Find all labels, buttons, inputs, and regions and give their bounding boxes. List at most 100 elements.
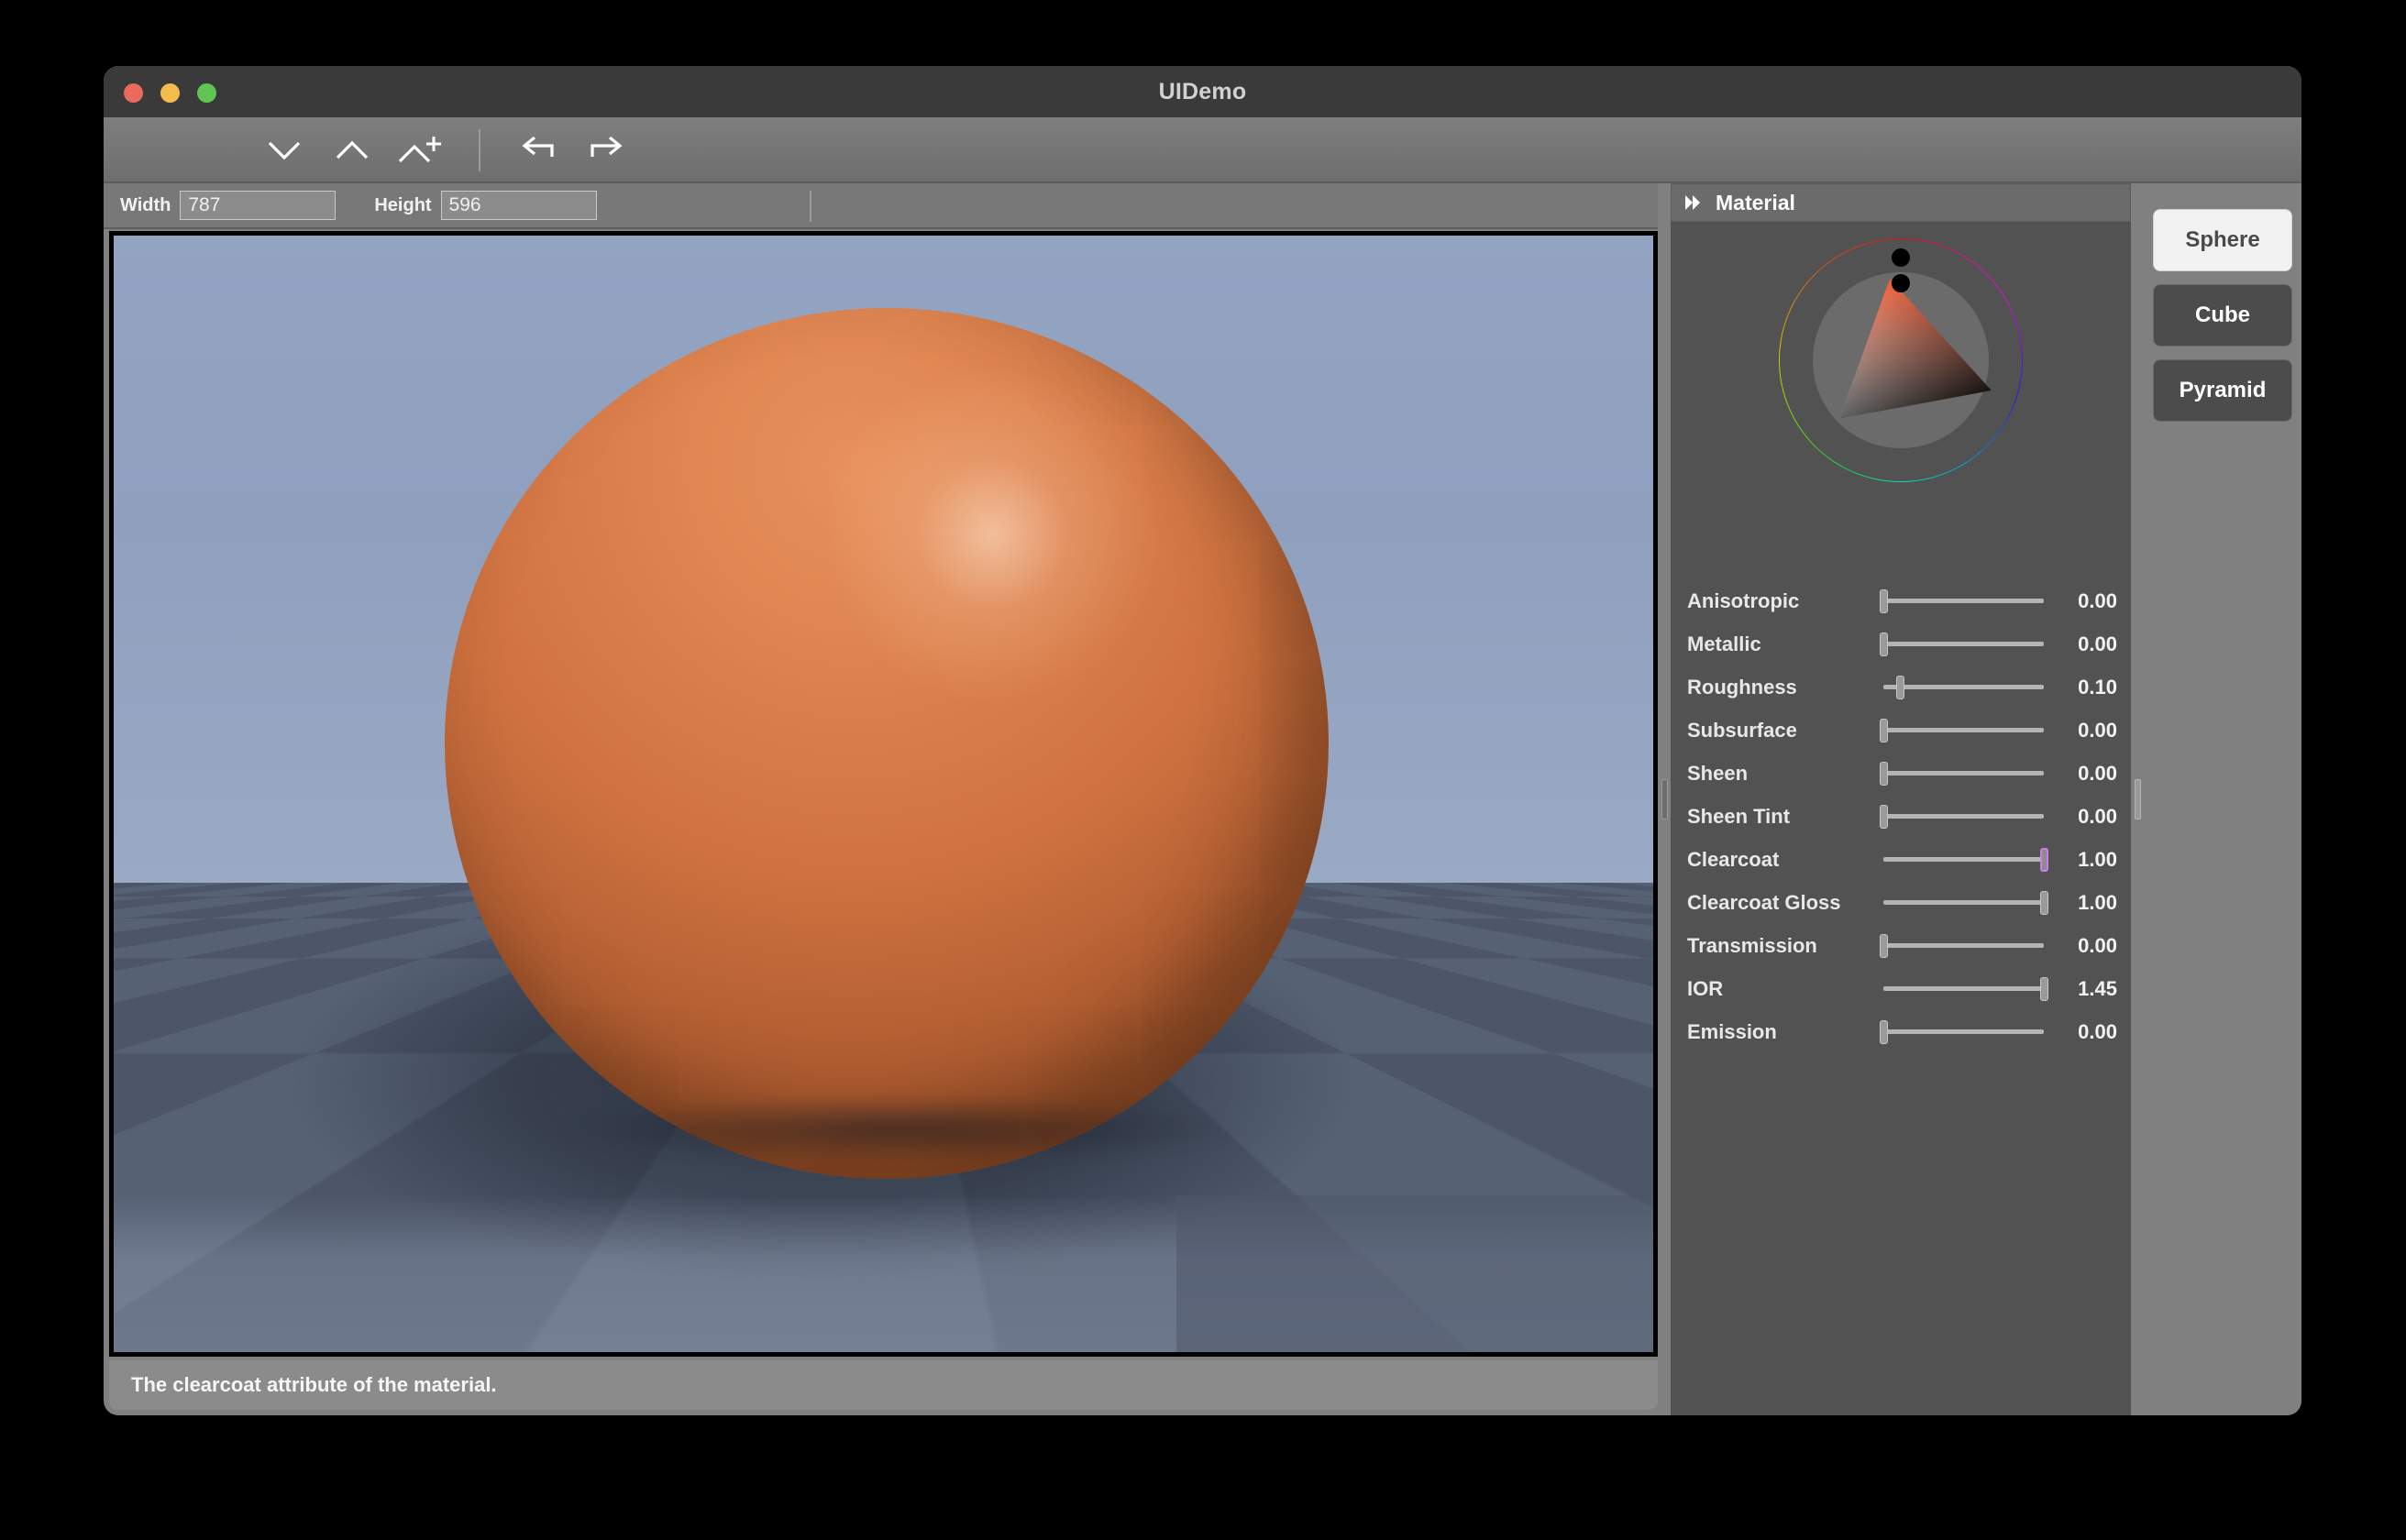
slider-track[interactable] xyxy=(1883,986,2044,991)
slider-row: Anisotropic 0.00 xyxy=(1671,579,2131,622)
slider-row: Clearcoat 1.00 xyxy=(1671,838,2131,881)
splitter-grip-icon xyxy=(2135,779,2141,820)
slider-handle[interactable] xyxy=(1880,719,1888,742)
slider-handle[interactable] xyxy=(1880,589,1888,613)
slider-clearcoat[interactable] xyxy=(1883,849,2044,871)
slider-handle[interactable] xyxy=(2040,848,2048,872)
slider-track[interactable] xyxy=(1883,900,2044,905)
viewport-frame xyxy=(109,231,1658,1357)
slider-sheen[interactable] xyxy=(1883,763,2044,785)
window-title: UIDemo xyxy=(104,66,2301,117)
foreground-tile-dark xyxy=(1176,1195,1653,1352)
rendered-sphere xyxy=(445,308,1329,1179)
slider-label: Clearcoat xyxy=(1671,848,1883,872)
slider-label: IOR xyxy=(1671,977,1883,1001)
slider-handle[interactable] xyxy=(1880,632,1888,656)
saturation-value-marker[interactable] xyxy=(1892,274,1910,292)
shape-button-sphere[interactable]: Sphere xyxy=(2153,209,2292,271)
toolbar-divider xyxy=(479,129,480,171)
slider-track[interactable] xyxy=(1883,1029,2044,1034)
hue-marker[interactable] xyxy=(1892,248,1910,267)
slider-handle[interactable] xyxy=(1880,762,1888,786)
slider-ior[interactable] xyxy=(1883,978,2044,1000)
shape-button-group: Sphere Cube Pyramid xyxy=(2144,183,2301,1415)
arrow-turn-left-icon xyxy=(517,137,557,164)
slider-handle[interactable] xyxy=(1896,676,1904,699)
slider-label: Clearcoat Gloss xyxy=(1671,891,1883,915)
slider-track[interactable] xyxy=(1883,642,2044,646)
slider-track[interactable] xyxy=(1883,771,2044,776)
slider-handle[interactable] xyxy=(1880,934,1888,958)
chevron-up-plus-icon xyxy=(397,133,443,168)
slider-clearcoat-gloss[interactable] xyxy=(1883,892,2044,914)
slider-label: Anisotropic xyxy=(1671,589,1883,613)
slider-handle[interactable] xyxy=(2040,891,2048,915)
slider-value: 0.00 xyxy=(2057,632,2128,656)
slider-value: 1.00 xyxy=(2057,891,2128,915)
slider-value: 0.00 xyxy=(2057,934,2128,958)
height-input[interactable]: 596 xyxy=(441,191,597,220)
slider-track[interactable] xyxy=(1883,943,2044,948)
width-label: Width xyxy=(120,195,171,216)
slider-roughness[interactable] xyxy=(1883,676,2044,698)
slider-transmission[interactable] xyxy=(1883,935,2044,957)
right-panel-column: Material xyxy=(1658,183,2301,1415)
slider-anisotropic[interactable] xyxy=(1883,590,2044,612)
slider-row: Emission 0.00 xyxy=(1671,1010,2131,1053)
slider-sheen-tint[interactable] xyxy=(1883,806,2044,828)
color-wheel[interactable] xyxy=(1779,238,2023,482)
splitter-grip-icon xyxy=(1661,779,1668,820)
slider-row: Clearcoat Gloss 1.00 xyxy=(1671,881,2131,924)
slider-label: Subsurface xyxy=(1671,719,1883,742)
slider-metallic[interactable] xyxy=(1883,633,2044,655)
sphere-contact-shadow xyxy=(560,1095,1238,1162)
slider-value: 0.00 xyxy=(2057,762,2128,786)
render-viewport[interactable] xyxy=(114,236,1653,1352)
slider-value: 1.00 xyxy=(2057,848,2128,872)
size-bar-divider xyxy=(810,191,811,222)
shape-button-cube[interactable]: Cube xyxy=(2153,284,2292,346)
chevron-down-icon xyxy=(266,138,303,162)
status-bar: The clearcoat attribute of the material. xyxy=(109,1360,1658,1410)
material-panel-header[interactable]: Material xyxy=(1671,183,2131,222)
expand-button[interactable] xyxy=(324,123,381,178)
slider-row: Transmission0.00 xyxy=(1671,924,2131,967)
shape-button-pyramid[interactable]: Pyramid xyxy=(2153,359,2292,422)
slider-track[interactable] xyxy=(1883,685,2044,689)
panel-splitter-right[interactable] xyxy=(2131,183,2144,1415)
slider-label: Sheen xyxy=(1671,762,1883,786)
slider-track[interactable] xyxy=(1883,857,2044,862)
panel-splitter-left[interactable] xyxy=(1658,183,1671,1415)
slider-value: 0.10 xyxy=(2057,676,2128,699)
slider-row: Roughness 0.10 xyxy=(1671,666,2131,709)
slider-subsurface[interactable] xyxy=(1883,720,2044,742)
slider-label: Emission xyxy=(1671,1020,1883,1044)
collapse-all-button[interactable] xyxy=(256,123,313,178)
material-panel: Material xyxy=(1671,183,2131,1415)
arrow-turn-right-icon xyxy=(587,137,627,164)
slider-label: Roughness xyxy=(1671,676,1883,699)
size-bar: Width 787 Height 596 xyxy=(104,183,1658,229)
slider-handle[interactable] xyxy=(1880,1020,1888,1044)
slider-track[interactable] xyxy=(1883,814,2044,819)
double-chevron-right-icon[interactable] xyxy=(1684,193,1703,212)
slider-label: Sheen Tint xyxy=(1671,805,1883,829)
slider-row: Metallic0.00 xyxy=(1671,622,2131,666)
undo-button[interactable] xyxy=(509,123,566,178)
slider-value: 0.00 xyxy=(2057,1020,2128,1044)
slider-emission[interactable] xyxy=(1883,1021,2044,1043)
width-input[interactable]: 787 xyxy=(180,191,336,220)
slider-track[interactable] xyxy=(1883,728,2044,732)
height-label: Height xyxy=(374,195,431,216)
material-sliders: Anisotropic0.00Metallic0.00Roughness0.10… xyxy=(1671,579,2131,1053)
expand-all-button[interactable] xyxy=(392,123,448,178)
slider-handle[interactable] xyxy=(1880,805,1888,829)
slider-row: IOR1.45 xyxy=(1671,967,2131,1010)
slider-value: 0.00 xyxy=(2057,589,2128,613)
slider-handle[interactable] xyxy=(2040,977,2048,1001)
slider-track[interactable] xyxy=(1883,599,2044,603)
redo-button[interactable] xyxy=(579,123,635,178)
toolbar xyxy=(104,117,2301,183)
material-panel-title: Material xyxy=(1716,191,1795,215)
app-window: UIDemo xyxy=(104,66,2301,1415)
